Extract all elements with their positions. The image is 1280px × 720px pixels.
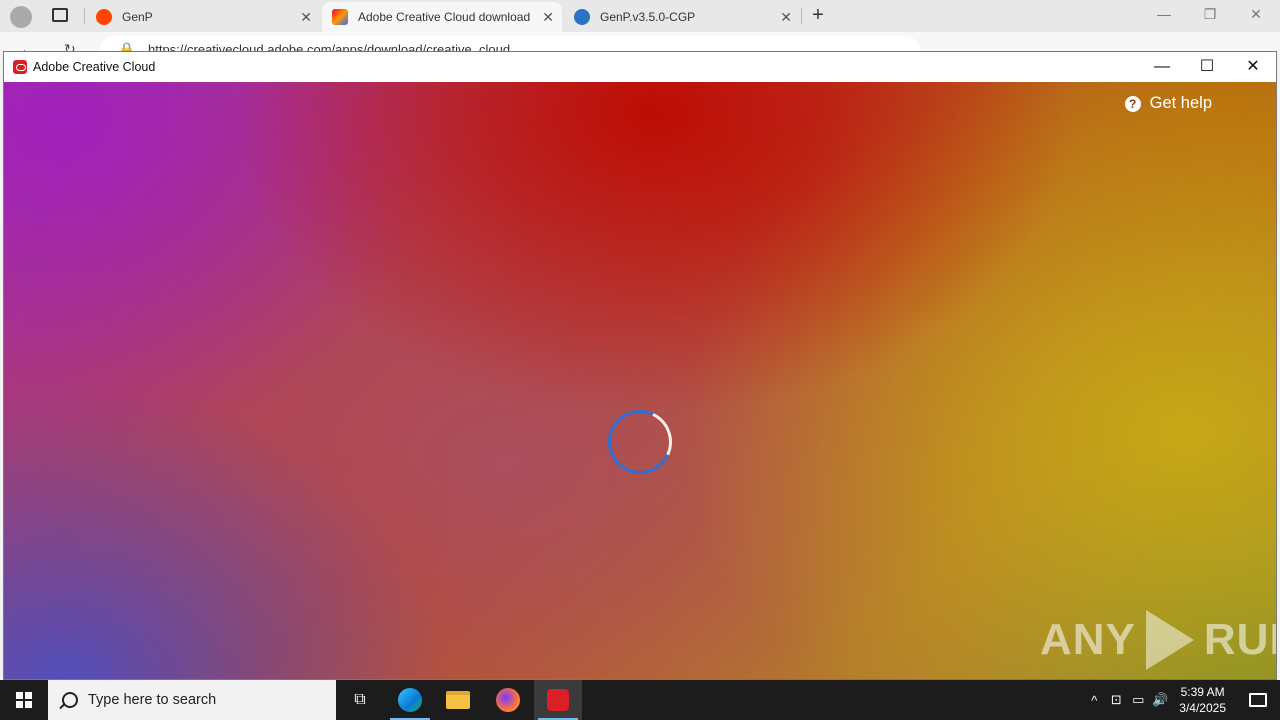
anyrun-watermark: ANY RUN bbox=[1040, 610, 1276, 670]
app-title: Adobe Creative Cloud bbox=[33, 60, 156, 74]
edge-icon bbox=[398, 688, 422, 712]
tab-genp-cgp[interactable]: GenP.v3.5.0-CGP ✕ bbox=[564, 2, 800, 32]
chevron-up-icon[interactable]: ^ bbox=[1083, 693, 1105, 708]
app-content: ? Get help ANY RUN bbox=[4, 82, 1276, 679]
profile-avatar-icon[interactable] bbox=[10, 6, 32, 28]
creative-cloud-installer-window: Adobe Creative Cloud — ☐ ✕ ? Get help AN… bbox=[3, 51, 1277, 680]
creative-cloud-icon bbox=[332, 9, 348, 25]
taskbar-search[interactable]: Type here to search bbox=[48, 680, 336, 720]
browser-toolbar: ← ↻ 🔒 https://creativecloud.adobe.com/ap… bbox=[0, 32, 1280, 52]
file-explorer-button[interactable] bbox=[434, 680, 482, 720]
app-minimize-icon[interactable]: — bbox=[1147, 56, 1177, 78]
tab-separator bbox=[84, 8, 85, 24]
close-icon[interactable]: ✕ bbox=[542, 9, 554, 26]
tab-genp[interactable]: GenP ✕ bbox=[86, 2, 320, 32]
clock[interactable]: 5:39 AM 3/4/2025 bbox=[1179, 684, 1226, 716]
app-maximize-icon[interactable]: ☐ bbox=[1192, 56, 1222, 78]
firefox-button[interactable] bbox=[484, 680, 532, 720]
tab-actions-icon[interactable] bbox=[52, 8, 68, 22]
site-icon bbox=[574, 9, 590, 25]
search-icon bbox=[62, 692, 78, 708]
watermark-left: ANY bbox=[1040, 615, 1136, 664]
folder-icon bbox=[446, 691, 470, 709]
notifications-icon bbox=[1249, 693, 1267, 707]
tab-label: Adobe Creative Cloud download bbox=[358, 10, 531, 24]
search-placeholder: Type here to search bbox=[88, 692, 217, 708]
task-view-icon: ⧉ bbox=[354, 691, 366, 708]
get-help-link[interactable]: ? Get help bbox=[1124, 94, 1212, 113]
tab-adobe-creative-cloud[interactable]: Adobe Creative Cloud download ✕ bbox=[322, 2, 562, 32]
close-icon[interactable]: ✕ bbox=[1246, 6, 1266, 23]
creative-cloud-logo-icon bbox=[13, 60, 27, 74]
system-tray: ^ ⊡ ▭ 🔊 5:39 AM 3/4/2025 bbox=[1083, 680, 1280, 720]
network-icon[interactable]: ▭ bbox=[1127, 692, 1149, 708]
creative-cloud-icon bbox=[547, 689, 569, 711]
device-icon[interactable]: ⊡ bbox=[1105, 692, 1127, 708]
watermark-right: RUN bbox=[1203, 615, 1276, 664]
task-view-button[interactable]: ⧉ bbox=[336, 680, 384, 720]
firefox-icon bbox=[496, 688, 520, 712]
new-tab-icon[interactable]: + bbox=[808, 4, 828, 27]
creative-cloud-button[interactable] bbox=[534, 680, 582, 720]
edge-button[interactable] bbox=[386, 680, 434, 720]
tab-separator bbox=[801, 8, 802, 24]
tab-strip: GenP ✕ Adobe Creative Cloud download ✕ G… bbox=[0, 0, 1280, 32]
volume-icon[interactable]: 🔊 bbox=[1149, 692, 1171, 708]
start-button[interactable] bbox=[0, 680, 48, 720]
minimize-icon[interactable]: — bbox=[1154, 6, 1174, 22]
notifications-button[interactable] bbox=[1236, 680, 1280, 720]
get-help-label: Get help bbox=[1149, 94, 1212, 112]
taskbar: Type here to search ⧉ ^ ⊡ ▭ 🔊 5:39 AM 3/… bbox=[0, 680, 1280, 720]
windows-logo-icon bbox=[16, 692, 32, 708]
restore-icon[interactable]: ❐ bbox=[1200, 6, 1220, 23]
app-close-icon[interactable]: ✕ bbox=[1238, 56, 1268, 78]
loading-spinner bbox=[598, 400, 682, 484]
close-icon[interactable]: ✕ bbox=[780, 9, 792, 26]
app-titlebar: Adobe Creative Cloud — ☐ ✕ bbox=[4, 52, 1276, 82]
clock-time: 5:39 AM bbox=[1180, 685, 1225, 699]
clock-date: 3/4/2025 bbox=[1179, 701, 1226, 715]
tab-label: GenP.v3.5.0-CGP bbox=[600, 10, 696, 24]
reddit-icon bbox=[96, 9, 112, 25]
play-icon bbox=[1145, 610, 1194, 670]
tab-label: GenP bbox=[122, 10, 153, 24]
close-icon[interactable]: ✕ bbox=[300, 9, 312, 26]
help-icon: ? bbox=[1124, 95, 1141, 112]
